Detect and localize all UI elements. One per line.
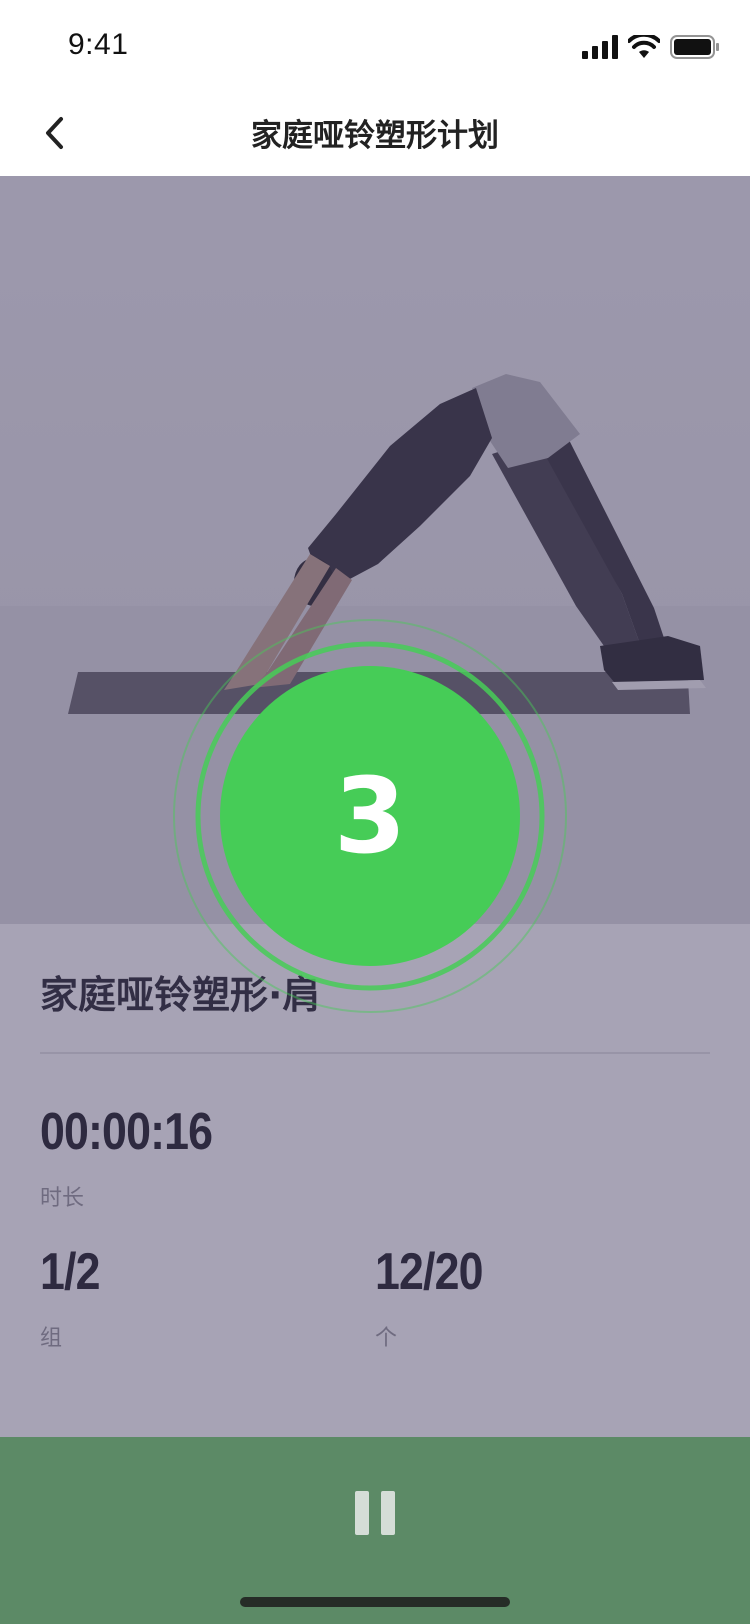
- status-time: 9:41: [68, 28, 129, 61]
- countdown-number: 3: [333, 755, 407, 877]
- control-bar: [0, 1437, 750, 1624]
- status-icons: [582, 30, 720, 64]
- countdown-overlay: 3: [170, 616, 570, 1016]
- wifi-icon: [628, 35, 660, 58]
- page-title: 家庭哑铃塑形计划: [251, 118, 499, 154]
- nav-bar: 家庭哑铃塑形计划: [0, 90, 750, 176]
- pause-icon: [355, 1491, 369, 1535]
- battery-icon: [670, 35, 719, 59]
- status-bar: 9:41: [0, 0, 750, 90]
- pause-icon: [381, 1491, 395, 1535]
- home-indicator: [240, 1597, 510, 1607]
- signal-icon: [582, 35, 618, 59]
- pause-button[interactable]: [355, 1491, 395, 1535]
